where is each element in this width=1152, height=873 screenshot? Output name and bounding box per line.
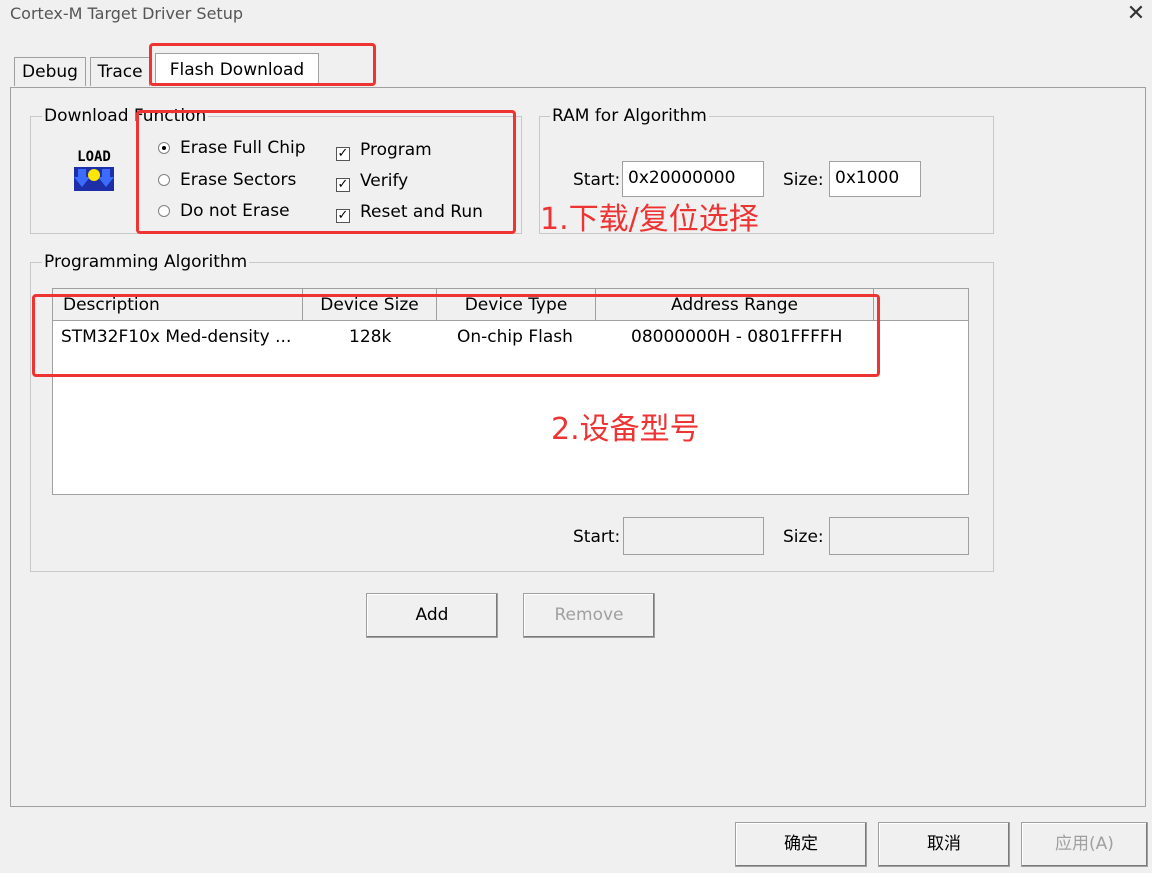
close-icon[interactable]: ✕ [1124, 2, 1148, 26]
algo-size-input[interactable] [829, 517, 969, 555]
annotation-box-download [136, 110, 516, 234]
load-icon-text: LOAD [77, 149, 111, 165]
annotation-box-tab [149, 43, 376, 86]
algo-start-input[interactable] [623, 517, 764, 555]
annotation-text-1: 1.下载/复位选择 [540, 202, 759, 237]
tab-trace[interactable]: Trace [90, 57, 150, 86]
ram-start-input[interactable]: 0x20000000 [622, 161, 764, 197]
annotation-text-2: 2.设备型号 [551, 412, 700, 447]
apply-button[interactable]: 应用(A) [1021, 822, 1148, 867]
annotation-box-device [32, 294, 880, 377]
add-button[interactable]: Add [366, 593, 498, 638]
ram-size-input[interactable]: 0x1000 [829, 161, 921, 197]
tab-debug[interactable]: Debug [14, 57, 86, 86]
ram-size-label: Size: [783, 170, 824, 190]
algo-start-label: Start: [573, 527, 621, 547]
cancel-button[interactable]: 取消 [878, 822, 1010, 867]
load-icon: LOAD [74, 149, 114, 191]
algo-size-label: Size: [783, 527, 824, 547]
ram-label: RAM for Algorithm [550, 106, 709, 126]
window-title: Cortex-M Target Driver Setup [10, 4, 243, 23]
ok-button[interactable]: 确定 [735, 822, 867, 867]
remove-button[interactable]: Remove [523, 593, 655, 638]
programming-algorithm-label: Programming Algorithm [42, 252, 250, 272]
column-header-filler [874, 289, 968, 321]
ram-start-label: Start: [573, 170, 621, 190]
